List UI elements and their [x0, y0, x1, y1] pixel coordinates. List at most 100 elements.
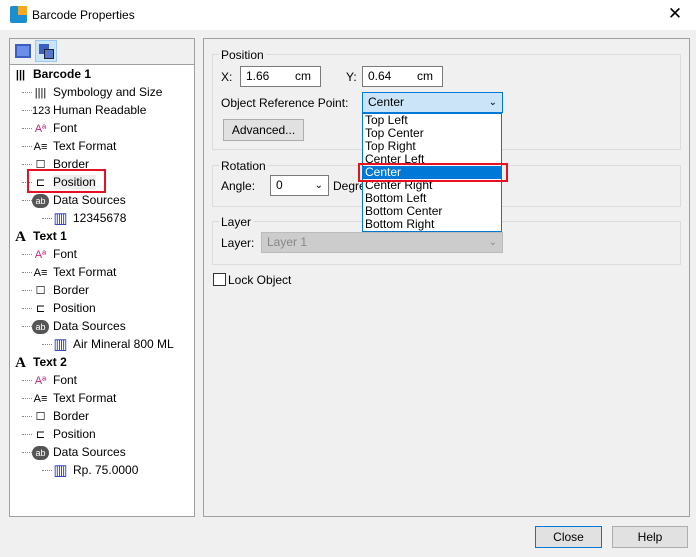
chevron-down-icon: ⌄ [488, 97, 497, 108]
lock-object-checkbox[interactable] [213, 273, 226, 286]
text-format-icon: A≡ [33, 392, 48, 405]
tree-item-label: Barcode 1 [33, 67, 92, 81]
tree-connector [22, 110, 32, 111]
tree-item[interactable]: A≡ Text Format [32, 389, 117, 407]
window-title: Barcode Properties [32, 8, 135, 22]
tree-item[interactable]: ▥ Air Mineral 800 ML [52, 335, 173, 353]
reference-point-select[interactable]: Center ⌄ [362, 92, 503, 113]
tree-item-label: Text Format [53, 391, 117, 405]
select-object-icon[interactable] [15, 44, 31, 58]
tree-item-label: Symbology and Size [53, 85, 163, 99]
reference-point-value: Center [368, 95, 405, 109]
tree-connector [22, 272, 32, 273]
layer-group-label: Layer [219, 215, 254, 229]
tree-item-label: Text 1 [33, 229, 67, 243]
font-icon: Aª [34, 374, 47, 387]
x-input[interactable]: 1.66 cm [240, 66, 321, 87]
layer-value: Layer 1 [267, 235, 308, 249]
tree-item-label: Border [53, 409, 90, 423]
tree-item[interactable]: ☐ Border [32, 407, 89, 425]
tree-connector [22, 398, 32, 399]
close-window-icon[interactable]: ✕ [660, 4, 690, 24]
object-tree-panel: ||| Barcode 1 |||| Symbology and Size 123 Hum… [9, 38, 195, 517]
tree-item-label: Font [53, 121, 78, 135]
chevron-down-icon: ⌄ [314, 180, 323, 191]
tree-item[interactable]: ab Data Sources [32, 191, 126, 209]
y-unit: cm [417, 69, 433, 83]
tree-item[interactable]: Aª Font [32, 119, 77, 137]
tree-item-label: Border [53, 283, 90, 297]
barcode-data-icon: ▥ [53, 209, 68, 227]
tree-item[interactable]: A≡ Text Format [32, 137, 117, 155]
barcode-data-icon: ▥ [53, 461, 68, 479]
tree-item[interactable]: ab Data Sources [32, 317, 126, 335]
layer-label: Layer: [221, 236, 255, 250]
dropdown-option[interactable]: Bottom Right [363, 218, 501, 231]
tree-connector [42, 344, 52, 345]
tree-item[interactable]: ☐ Border [32, 281, 89, 299]
help-button[interactable]: Help [612, 526, 688, 548]
tree-item-label: Data Sources [53, 193, 126, 207]
y-input[interactable]: 0.64 cm [362, 66, 443, 87]
reference-point-label: Object Reference Point: [221, 96, 349, 110]
123-icon: 123 [32, 104, 51, 117]
tree-item-label: Font [53, 373, 78, 387]
tree-item[interactable]: ⊏ Position [32, 425, 96, 443]
layers-icon[interactable] [35, 40, 57, 62]
tree-connector [22, 434, 32, 435]
tree-item[interactable]: A Text 1 [12, 227, 67, 245]
advanced-button[interactable]: Advanced... [223, 119, 304, 141]
app-logo-icon [10, 6, 27, 23]
tree-item-label: Position [53, 427, 96, 441]
tree-item-label: Font [53, 247, 78, 261]
tree-item[interactable]: ||| Barcode 1 [12, 65, 91, 83]
tree-item[interactable]: A Text 2 [12, 353, 67, 371]
tree-item-label: Rp. 75.0000 [73, 463, 139, 477]
data-source-icon: ab [32, 445, 49, 460]
tree-item[interactable]: ⊏ Position [32, 299, 96, 317]
text-icon: A [15, 354, 26, 371]
tree-item[interactable]: 123 Human Readable [32, 101, 146, 119]
ruler-icon: ⊏ [35, 428, 46, 441]
tree-connector [22, 416, 32, 417]
tree-item[interactable]: ▥ Rp. 75.0000 [52, 461, 138, 479]
angle-label: Angle: [221, 179, 256, 193]
tree-connector [22, 308, 32, 309]
tree-item[interactable]: Aª Font [32, 371, 77, 389]
tree-connector [22, 452, 32, 453]
tree-item[interactable]: ▥ 12345678 [52, 209, 126, 227]
tree-connector [22, 290, 32, 291]
angle-select[interactable]: 0 ⌄ [270, 175, 329, 196]
tree-item-label: Data Sources [53, 445, 126, 459]
close-button[interactable]: Close [535, 526, 602, 548]
position-group-label: Position [219, 48, 266, 62]
tree-connector [42, 218, 52, 219]
font-icon: Aª [34, 248, 47, 261]
angle-value: 0 [276, 178, 283, 192]
chevron-down-icon: ⌄ [488, 237, 497, 248]
y-value: 0.64 [368, 69, 392, 83]
layer-select: Layer 1 ⌄ [261, 232, 503, 253]
x-unit: cm [295, 69, 311, 83]
text-format-icon: A≡ [33, 140, 48, 153]
tree-connector [22, 380, 32, 381]
tree-connector [22, 128, 32, 129]
ruler-icon: ⊏ [35, 302, 46, 315]
font-icon: Aª [34, 122, 47, 135]
y-label: Y: [346, 70, 357, 84]
lock-object-label[interactable]: Lock Object [228, 273, 291, 287]
tree-item[interactable]: Aª Font [32, 245, 77, 263]
tree-item-label: Data Sources [53, 319, 126, 333]
tree-item-label: 12345678 [73, 211, 127, 225]
tree-item[interactable]: A≡ Text Format [32, 263, 117, 281]
text-format-icon: A≡ [33, 266, 48, 279]
tree-item-label: Human Readable [53, 103, 147, 117]
tree-connector [22, 146, 32, 147]
border-icon: ☐ [35, 410, 46, 423]
border-icon: ☐ [35, 284, 46, 297]
rotation-group-label: Rotation [219, 159, 268, 173]
tree-item[interactable]: ab Data Sources [32, 443, 126, 461]
tree-connector [42, 470, 52, 471]
tree-item[interactable]: |||| Symbology and Size [32, 83, 163, 101]
x-value: 1.66 [246, 69, 270, 83]
